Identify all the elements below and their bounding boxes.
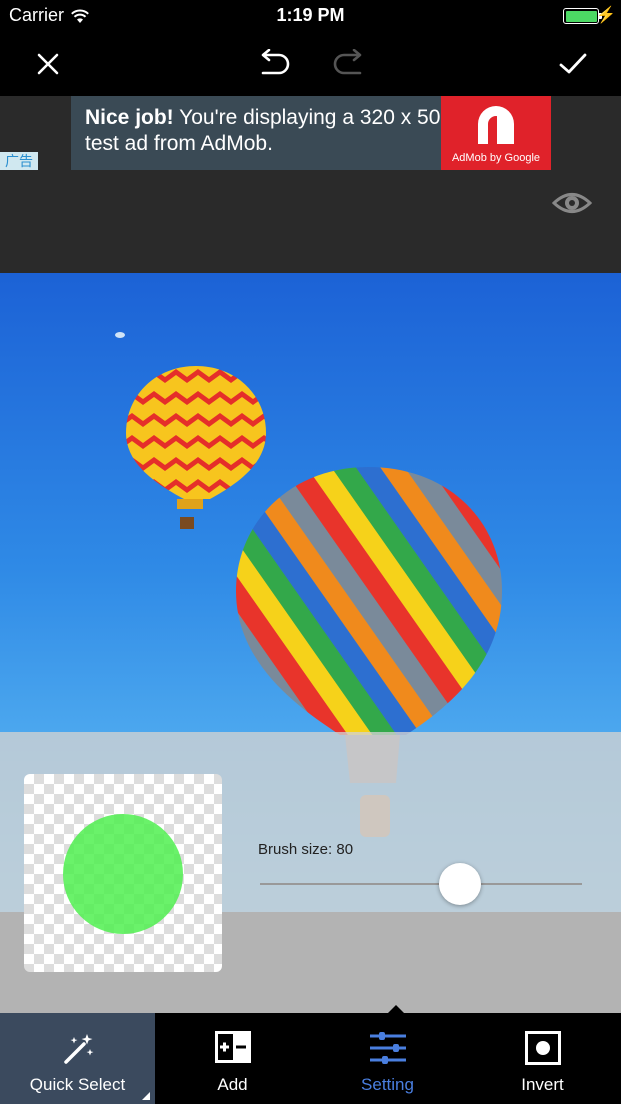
ad-headline: Nice job!	[85, 106, 174, 129]
invert-icon	[524, 1031, 561, 1065]
tab-label: Quick Select	[29, 1075, 126, 1094]
tab-label: Add	[217, 1075, 248, 1094]
undo-icon	[261, 49, 290, 75]
tab-setting[interactable]: Setting	[310, 1013, 465, 1104]
ad-label: 广告	[0, 152, 38, 170]
magic-wand-icon	[63, 1034, 93, 1064]
ad-area: Nice job! You're displaying a 320 x 50 t…	[0, 96, 621, 273]
brush-preview	[24, 774, 222, 972]
battery-icon	[563, 8, 599, 24]
tab-label: Setting	[361, 1075, 414, 1094]
tab-indicator	[388, 1005, 404, 1013]
ad-banner[interactable]: Nice job! You're displaying a 320 x 50 t…	[71, 96, 551, 170]
photo-canvas[interactable]: Brush size: 80	[0, 273, 621, 1013]
ad-text: Nice job! You're displaying a 320 x 50 t…	[71, 96, 441, 170]
charging-icon: ⚡	[596, 7, 616, 24]
brush-size-slider[interactable]	[260, 863, 582, 905]
sliders-icon	[369, 1032, 406, 1064]
admob-logo: AdMob by Google	[441, 96, 551, 170]
confirm-button[interactable]	[553, 44, 593, 84]
brush-size-label: Brush size: 80	[258, 841, 354, 858]
corner-indicator	[142, 1092, 150, 1100]
eye-icon[interactable]	[552, 188, 592, 218]
tab-add[interactable]: Add	[155, 1013, 310, 1104]
editor-toolbar	[0, 32, 621, 96]
redo-icon	[333, 49, 362, 75]
admob-logo-icon	[478, 106, 514, 144]
close-icon	[37, 53, 59, 75]
slider-thumb[interactable]	[438, 863, 481, 905]
check-icon	[559, 53, 587, 74]
brush-preview-dot	[63, 814, 183, 934]
tab-quick-select[interactable]: Quick Select	[0, 1013, 155, 1104]
tab-invert[interactable]: Invert	[465, 1013, 620, 1104]
undo-button[interactable]	[254, 44, 294, 84]
redo-button[interactable]	[329, 44, 369, 84]
clock: 1:19 PM	[276, 5, 345, 25]
add-remove-icon	[214, 1031, 251, 1063]
admob-caption: AdMob by Google	[451, 152, 541, 164]
tab-label: Invert	[521, 1075, 564, 1094]
close-button[interactable]	[28, 44, 68, 84]
status-bar: Carrier 1:19 PM ⚡	[0, 0, 621, 32]
bottom-tab-bar: Quick Select Add Setting Invert	[0, 1013, 621, 1104]
